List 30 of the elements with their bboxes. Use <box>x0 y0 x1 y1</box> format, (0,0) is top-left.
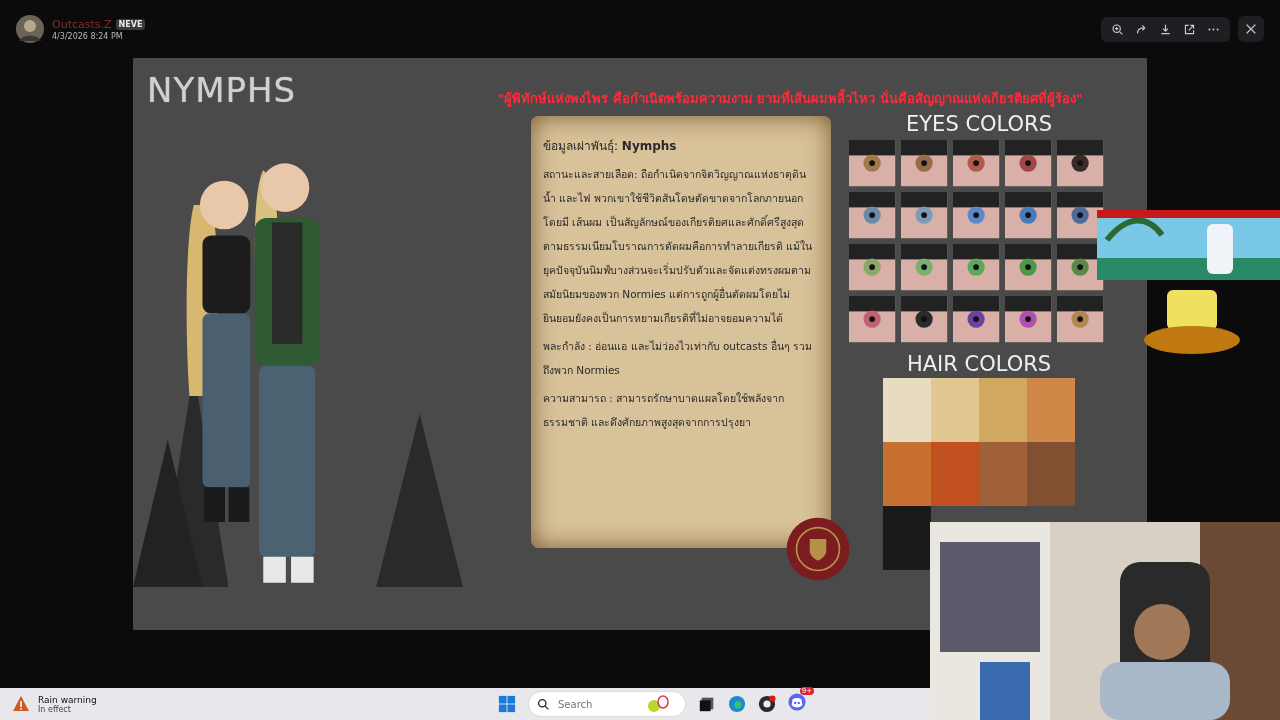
search-field[interactable]: Search <box>556 697 640 711</box>
warning-icon[interactable] <box>12 695 30 713</box>
chat-app-icon[interactable] <box>788 693 806 711</box>
open-external-icon[interactable] <box>1183 22 1196 36</box>
info-paragraph: สถานะและสายเลือด: ถือกำเนิดจากจิตวิญญาณแห่งธาตุดิน น้ำ และไฟ พวกเขาใช้ชีวิตสันโดษตัดขาดจากโลกภายนอก โดยมี เส้นผม เป็นสัญลักษณ์ของเกียรติยศและศักดิ์ศรีสูงสุด ตามธรรมเนียมโบราณการตัดผมคือการทำลายเกียรติ แม้ในยุคปัจจุบันนิมฟ์บางส่วนจะเริ่มปรับตัวและจัดแต่งทรงผมตามสมัยนิยมของพวก Normies แต่การถูกผู้อื่นตัดผมโดยไม่ยินยอมยังคงเป็นการหยามเกียรติที่ไม่อาจยอมความได้ <box>543 167 814 327</box>
info-paragraph: ความสามารถ : สามารถรักษาบาดแผลโดยใช้พลังจากธรรมชาติ และดึงศักยภาพสูงสุดจากการปรุงยา <box>543 391 786 431</box>
eyes-colors-title: EYES COLORS <box>906 112 1052 137</box>
card-quote: "ผู้พิทักษ์แห่งพงไพร คือกำเนิดพร้อมความงาม ยามที่เส้นผมพลิ้วไหว นั่นคือสัญญาณแห่งเกียรติยศที่ผู้ร้อง" <box>463 88 1117 111</box>
info-heading: ข้อมูลเผ่าพันธุ์: Nymphs <box>543 138 678 156</box>
weather-title[interactable]: Rain warning <box>38 694 97 705</box>
start-icon[interactable] <box>498 695 516 713</box>
search-icon[interactable] <box>537 697 550 711</box>
search-bar[interactable]: Search <box>528 691 686 717</box>
task-view-icon[interactable] <box>698 695 716 713</box>
wax-seal-icon <box>785 516 851 583</box>
recorder-icon[interactable] <box>758 695 776 713</box>
timestamp: 4/3/2026 8:24 PM <box>52 31 124 41</box>
info-paragraph: พละกำลัง : อ่อนแอ และไม่ว่องไวเท่ากับ outcasts อื่นๆ รวมถึงพวก Normies <box>543 338 814 379</box>
ball-and-racket-icon[interactable] <box>646 695 670 713</box>
forward-icon[interactable] <box>1135 22 1148 36</box>
browser-icon[interactable] <box>728 695 746 713</box>
zoom-icon[interactable] <box>1111 22 1124 36</box>
hair-colors-title: HAIR COLORS <box>906 352 1052 377</box>
weather-status[interactable]: In effect <box>38 704 97 714</box>
card-title: NYMPHS <box>146 69 298 110</box>
user-avatar[interactable] <box>16 15 44 43</box>
close-icon[interactable] <box>1244 22 1258 36</box>
close-button[interactable] <box>1238 16 1264 42</box>
guild-tag: NEVE <box>115 18 146 30</box>
download-icon[interactable] <box>1159 22 1172 36</box>
